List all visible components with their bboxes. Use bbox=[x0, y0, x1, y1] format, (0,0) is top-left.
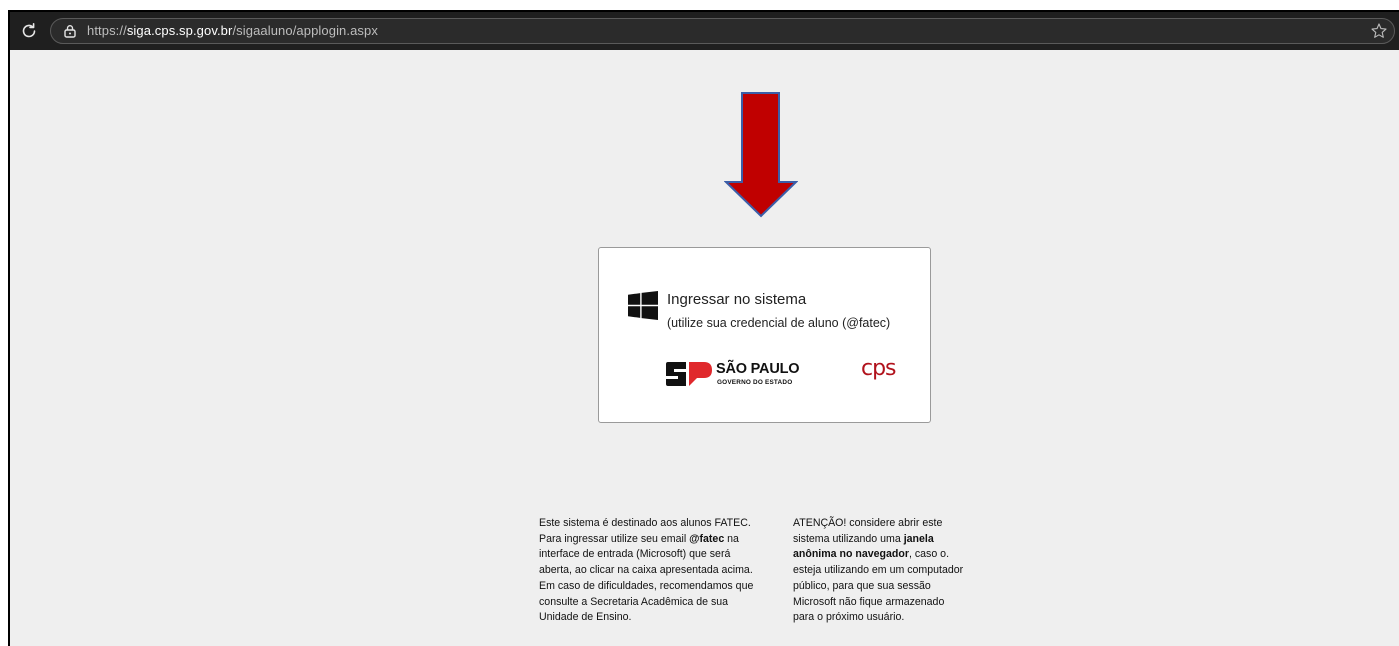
page-content: Ingressar no sistema (utilize sua creden… bbox=[10, 50, 1399, 646]
emphasis-private-window-2: anônima no navegador bbox=[793, 548, 909, 561]
address-bar[interactable]: https://siga.cps.sp.gov.br/sigaaluno/app… bbox=[50, 18, 1395, 44]
note-line: sistema utilizando uma janela bbox=[793, 532, 934, 545]
login-subtitle: (utilize sua credencial de aluno (@fatec… bbox=[667, 316, 891, 330]
reload-icon[interactable] bbox=[19, 21, 39, 41]
url-path: /sigaaluno/applogin.aspx bbox=[232, 23, 378, 38]
lock-icon[interactable] bbox=[63, 24, 77, 38]
note-line: Unidade de Ensino. bbox=[539, 611, 632, 624]
note-line: anônima no navegador, caso o. bbox=[793, 548, 950, 561]
emphasis-private-window: janela bbox=[903, 532, 934, 545]
cps-logo: cps bbox=[861, 356, 897, 381]
info-note-left: Este sistema é destinado aos alunos FATE… bbox=[539, 516, 753, 626]
sao-paulo-logo-mark bbox=[666, 362, 712, 386]
note-line: Microsoft não fique armazenado bbox=[793, 595, 945, 608]
note-line: interface de entrada (Microsoft) que ser… bbox=[539, 548, 731, 561]
bookmark-star-icon[interactable] bbox=[1370, 22, 1388, 40]
note-line: aberta, ao clicar na caixa apresentada a… bbox=[539, 564, 753, 577]
down-arrow bbox=[724, 92, 798, 218]
emphasis-fatec: @fatec bbox=[689, 532, 725, 545]
browser-toolbar: https://siga.cps.sp.gov.br/sigaaluno/app… bbox=[10, 12, 1399, 50]
note-line: para o próximo usuário. bbox=[793, 611, 905, 624]
note-line: Em caso de dificuldades, recomendamos qu… bbox=[539, 579, 754, 592]
note-line: ATENÇÃO! considere abrir este bbox=[793, 517, 943, 529]
note-line: Para ingressar utilize seu email @fatec … bbox=[539, 532, 739, 545]
login-title: Ingressar no sistema bbox=[667, 291, 807, 308]
note-line: esteja utilizando em um computador bbox=[793, 564, 964, 577]
info-note-right: ATENÇÃO! considere abrir este sistema ut… bbox=[793, 516, 963, 626]
windows-logo-icon bbox=[628, 291, 658, 320]
login-button[interactable]: Ingressar no sistema (utilize sua creden… bbox=[598, 247, 931, 423]
sp-logo-name: SÃO PAULO bbox=[716, 361, 800, 377]
note-line: Este sistema é destinado aos alunos FATE… bbox=[539, 517, 751, 529]
sao-paulo-government-logo: SÃO PAULO GOVERNO DO ESTADO bbox=[666, 360, 808, 390]
url-text[interactable]: https://siga.cps.sp.gov.br/sigaaluno/app… bbox=[87, 23, 378, 38]
url-host: siga.cps.sp.gov.br bbox=[126, 23, 233, 38]
note-line: público, para que sua sessão bbox=[793, 579, 931, 592]
url-scheme: https:// bbox=[87, 23, 127, 38]
note-line: consulte a Secretaria Acadêmica de sua bbox=[539, 595, 729, 608]
browser-window: https://siga.cps.sp.gov.br/sigaaluno/app… bbox=[8, 10, 1399, 646]
sp-logo-subtitle: GOVERNO DO ESTADO bbox=[717, 379, 793, 386]
